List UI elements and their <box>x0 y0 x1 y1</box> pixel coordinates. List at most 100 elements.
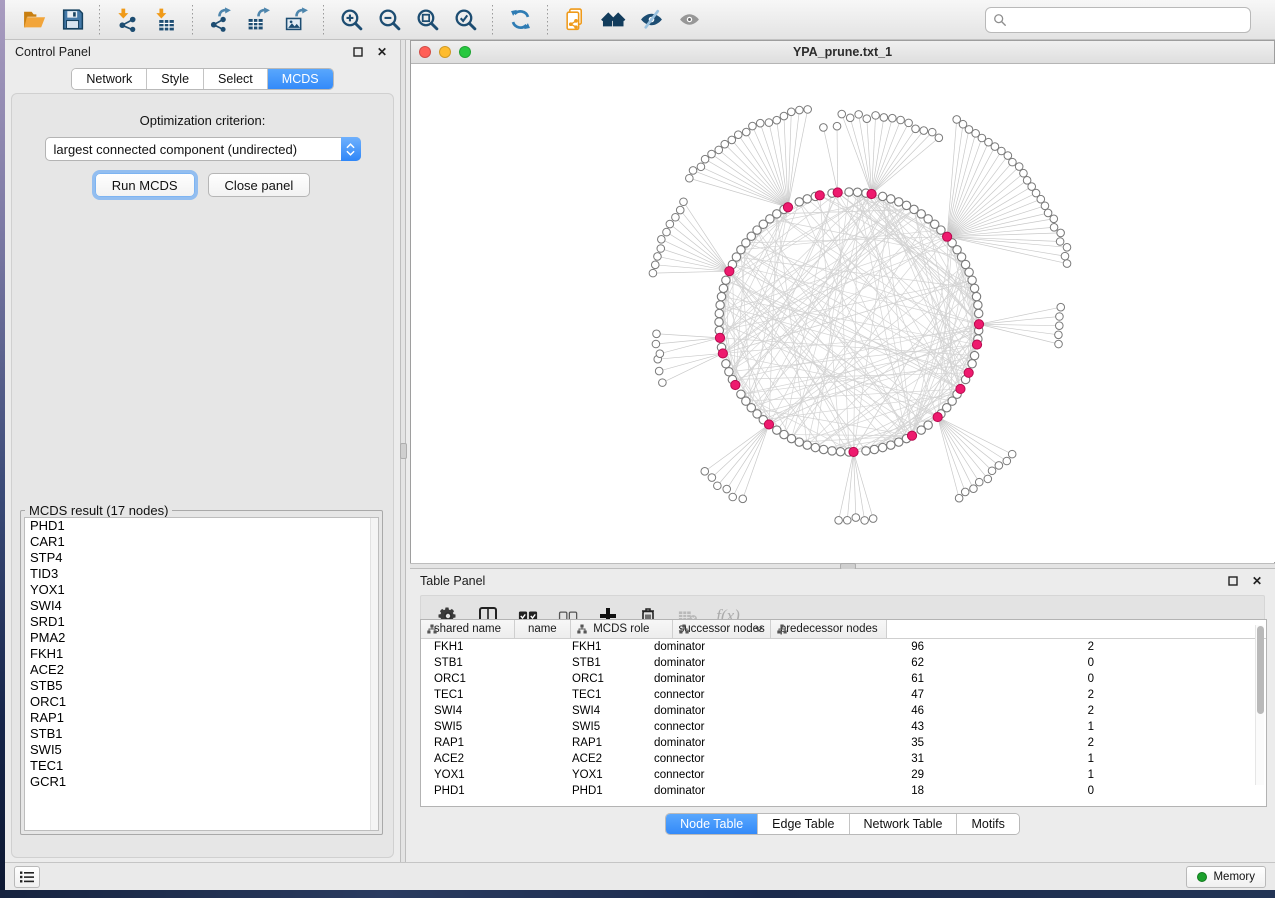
mcds-result-list[interactable]: PHD1CAR1STP4TID3YOX1SWI4SRD1PMA2FKH1ACE2… <box>24 517 379 831</box>
hide-eye-button[interactable] <box>634 3 668 37</box>
optimization-criterion-select[interactable]: largest connected component (undirected) <box>45 137 361 161</box>
table-cell[interactable]: RAP1 <box>421 737 559 749</box>
table-cell[interactable]: dominator <box>641 737 791 749</box>
float-panel-button[interactable] <box>350 44 366 60</box>
table-cell[interactable]: 1 <box>936 721 1106 733</box>
table-cell[interactable]: STB1 <box>421 657 559 669</box>
table-cell[interactable]: 31 <box>791 753 936 765</box>
column-header-predecessor-nodes[interactable]: predecessor nodes <box>771 620 887 638</box>
import-network-button[interactable] <box>110 3 144 37</box>
table-cell[interactable]: YOX1 <box>421 769 559 781</box>
mcds-hub-node[interactable] <box>764 420 773 429</box>
table-cell[interactable]: ACE2 <box>559 753 641 765</box>
mcds-result-item[interactable]: RAP1 <box>25 710 378 726</box>
table-cell[interactable]: 61 <box>791 673 936 685</box>
save-session-button[interactable] <box>55 3 89 37</box>
tab-style[interactable]: Style <box>147 69 204 89</box>
tab-motifs[interactable]: Motifs <box>957 814 1018 834</box>
table-cell[interactable]: connector <box>641 721 791 733</box>
table-cell[interactable]: dominator <box>641 657 791 669</box>
table-cell[interactable]: 29 <box>791 769 936 781</box>
table-cell[interactable]: 2 <box>936 689 1106 701</box>
table-cell[interactable]: 46 <box>791 705 936 717</box>
close-panel-button[interactable]: ✕ <box>1249 573 1265 589</box>
table-cell[interactable]: connector <box>641 753 791 765</box>
table-row[interactable]: SWI5SWI5connector431 <box>421 719 1266 735</box>
table-row[interactable]: TEC1TEC1connector472 <box>421 687 1266 703</box>
mcds-result-item[interactable]: SWI4 <box>25 598 378 614</box>
table-cell[interactable]: ORC1 <box>421 673 559 685</box>
tab-node-table[interactable]: Node Table <box>666 814 758 834</box>
table-cell[interactable]: 96 <box>791 641 936 653</box>
mcds-result-item[interactable]: PHD1 <box>25 518 378 534</box>
mcds-hub-node[interactable] <box>974 320 983 329</box>
table-cell[interactable]: dominator <box>641 673 791 685</box>
table-cell[interactable]: dominator <box>641 785 791 797</box>
homes-button[interactable] <box>596 3 630 37</box>
table-cell[interactable]: 0 <box>936 657 1106 669</box>
table-row[interactable]: RAP1RAP1dominator352 <box>421 735 1266 751</box>
table-cell[interactable]: dominator <box>641 641 791 653</box>
network-graph-canvas[interactable] <box>411 64 1275 562</box>
mcds-list-scrollbar[interactable] <box>370 518 378 830</box>
table-cell[interactable]: 0 <box>936 673 1106 685</box>
mcds-result-item[interactable]: ACE2 <box>25 662 378 678</box>
mcds-hub-node[interactable] <box>833 188 842 197</box>
mcds-result-item[interactable]: GCR1 <box>25 774 378 790</box>
mcds-hub-node[interactable] <box>725 267 734 276</box>
table-row[interactable]: STB1STB1dominator620 <box>421 655 1266 671</box>
mcds-hub-node[interactable] <box>849 447 858 456</box>
zoom-out-button[interactable] <box>372 3 406 37</box>
table-cell[interactable]: 43 <box>791 721 936 733</box>
table-cell[interactable]: TEC1 <box>421 689 559 701</box>
table-cell[interactable]: 1 <box>936 753 1106 765</box>
table-cell[interactable]: PHD1 <box>559 785 641 797</box>
mcds-hub-node[interactable] <box>933 412 942 421</box>
export-image-button[interactable] <box>279 3 313 37</box>
mcds-result-item[interactable]: FKH1 <box>25 646 378 662</box>
open-file-button[interactable] <box>17 3 51 37</box>
table-scrollbar[interactable] <box>1255 625 1264 785</box>
table-cell[interactable]: PHD1 <box>421 785 559 797</box>
mcds-hub-node[interactable] <box>783 203 792 212</box>
mcds-hub-node[interactable] <box>867 189 876 198</box>
tab-mcds[interactable]: MCDS <box>268 69 333 89</box>
tab-network-table[interactable]: Network Table <box>850 814 958 834</box>
table-cell[interactable]: ORC1 <box>559 673 641 685</box>
scrollbar-thumb[interactable] <box>1257 626 1264 714</box>
mcds-result-item[interactable]: PMA2 <box>25 630 378 646</box>
table-cell[interactable]: 2 <box>936 737 1106 749</box>
close-panel-button[interactable]: ✕ <box>374 44 390 60</box>
mcds-result-item[interactable]: YOX1 <box>25 582 378 598</box>
mcds-hub-node[interactable] <box>715 333 724 342</box>
mcds-result-item[interactable]: TID3 <box>25 566 378 582</box>
column-header-name[interactable]: name <box>515 620 571 638</box>
table-cell[interactable]: RAP1 <box>559 737 641 749</box>
table-cell[interactable]: SWI5 <box>421 721 559 733</box>
table-cell[interactable]: FKH1 <box>421 641 559 653</box>
table-cell[interactable]: 0 <box>936 785 1106 797</box>
tab-select[interactable]: Select <box>204 69 268 89</box>
zoom-selected-button[interactable] <box>448 3 482 37</box>
mcds-result-item[interactable]: SRD1 <box>25 614 378 630</box>
table-cell[interactable]: 35 <box>791 737 936 749</box>
table-row[interactable]: ACE2ACE2connector311 <box>421 751 1266 767</box>
mcds-result-item[interactable]: TEC1 <box>25 758 378 774</box>
mcds-hub-node[interactable] <box>964 368 973 377</box>
zoom-fit-button[interactable] <box>410 3 444 37</box>
mcds-result-item[interactable]: STB1 <box>25 726 378 742</box>
import-table-button[interactable] <box>148 3 182 37</box>
window-minimize-traffic-light[interactable] <box>439 46 451 58</box>
table-cell[interactable]: 1 <box>936 769 1106 781</box>
table-cell[interactable]: SWI4 <box>421 705 559 717</box>
table-row[interactable]: ORC1ORC1dominator610 <box>421 671 1266 687</box>
mcds-result-item[interactable]: ORC1 <box>25 694 378 710</box>
refresh-button[interactable] <box>503 3 537 37</box>
mcds-result-item[interactable]: STP4 <box>25 550 378 566</box>
export-table-button[interactable] <box>241 3 275 37</box>
task-history-button[interactable] <box>14 866 40 888</box>
table-cell[interactable]: dominator <box>641 705 791 717</box>
tab-network[interactable]: Network <box>72 69 147 89</box>
table-cell[interactable]: connector <box>641 689 791 701</box>
mcds-hub-node[interactable] <box>972 340 981 349</box>
